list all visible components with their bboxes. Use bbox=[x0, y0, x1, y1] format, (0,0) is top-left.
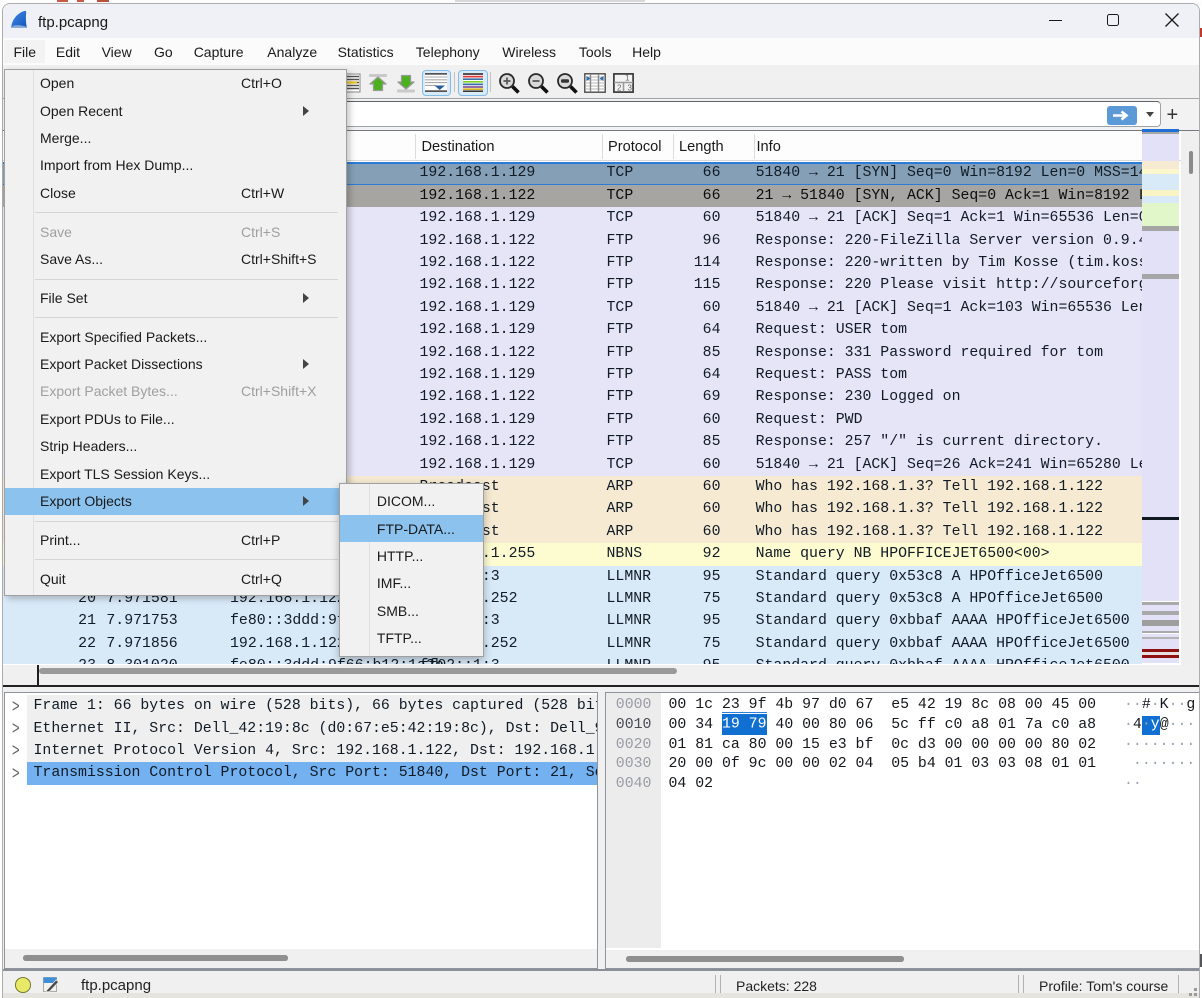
svg-text:3: 3 bbox=[627, 83, 632, 92]
svg-text:2: 2 bbox=[617, 83, 622, 92]
svg-text:1: 1 bbox=[625, 74, 630, 83]
